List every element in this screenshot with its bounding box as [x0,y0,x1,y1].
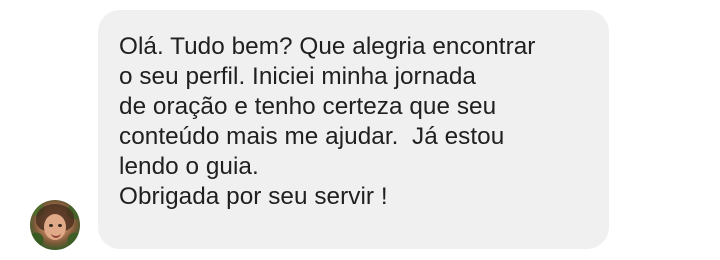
sender-avatar[interactable] [30,200,80,250]
message-text: Olá. Tudo bem? Que alegria encontrar o s… [119,33,536,210]
avatar-right-eye [58,224,62,227]
chat-message-row: Olá. Tudo bem? Que alegria encontrar o s… [0,0,720,260]
avatar-left-eye [49,224,53,227]
message-bubble[interactable]: Olá. Tudo bem? Que alegria encontrar o s… [98,10,609,249]
